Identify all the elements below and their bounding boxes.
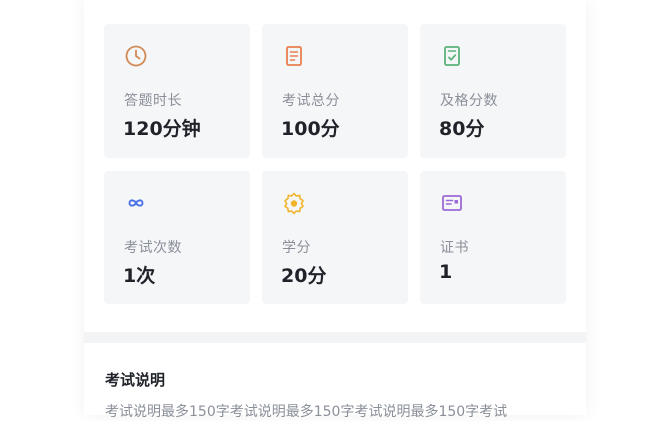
tile-total-score: 考试总分 100分: [262, 24, 408, 158]
exam-info-screen: 答题时长 120分钟 考试总分 100分 及格分数 80分 考试次数 1次 学分…: [84, 0, 586, 420]
tile-credits: 学分 20分: [262, 171, 408, 304]
tile-attempts: 考试次数 1次: [104, 171, 250, 304]
certificate-icon: [442, 195, 462, 211]
exam-info-grid: 答题时长 120分钟 考试总分 100分 及格分数 80分 考试次数 1次 学分…: [104, 24, 566, 304]
clock-icon: [125, 45, 147, 67]
tile-value: 1: [439, 261, 453, 283]
tile-label: 答题时长: [124, 93, 182, 109]
tile-label: 考试总分: [282, 93, 340, 109]
tile-value: 80分: [439, 118, 485, 140]
tile-certificate: 证书 1: [420, 171, 566, 304]
tile-value: 20分: [281, 265, 327, 287]
infinity-icon: [128, 199, 144, 207]
tile-pass-score: 及格分数 80分: [420, 24, 566, 158]
tile-label: 及格分数: [440, 93, 498, 109]
section-title: 考试说明: [105, 371, 166, 389]
description-text: 考试说明最多150字考试说明最多150字考试说明最多150字考试: [105, 404, 508, 420]
exam-info-card: 答题时长 120分钟 考试总分 100分 及格分数 80分 考试次数 1次 学分…: [84, 0, 586, 332]
pass-check-icon: [444, 46, 460, 66]
tile-value: 120分钟: [123, 118, 201, 140]
tile-label: 证书: [440, 240, 469, 256]
credit-badge-icon: [284, 192, 304, 215]
tile-label: 考试次数: [124, 240, 182, 256]
tile-value: 100分: [281, 118, 340, 140]
tile-label: 学分: [282, 240, 311, 256]
exam-description-card: 考试说明 考试说明最多150字考试说明最多150字考试说明最多150字考试: [84, 343, 586, 420]
tile-duration: 答题时长 120分钟: [104, 24, 250, 158]
tile-value: 1次: [123, 265, 156, 287]
score-sheet-icon: [286, 46, 302, 66]
